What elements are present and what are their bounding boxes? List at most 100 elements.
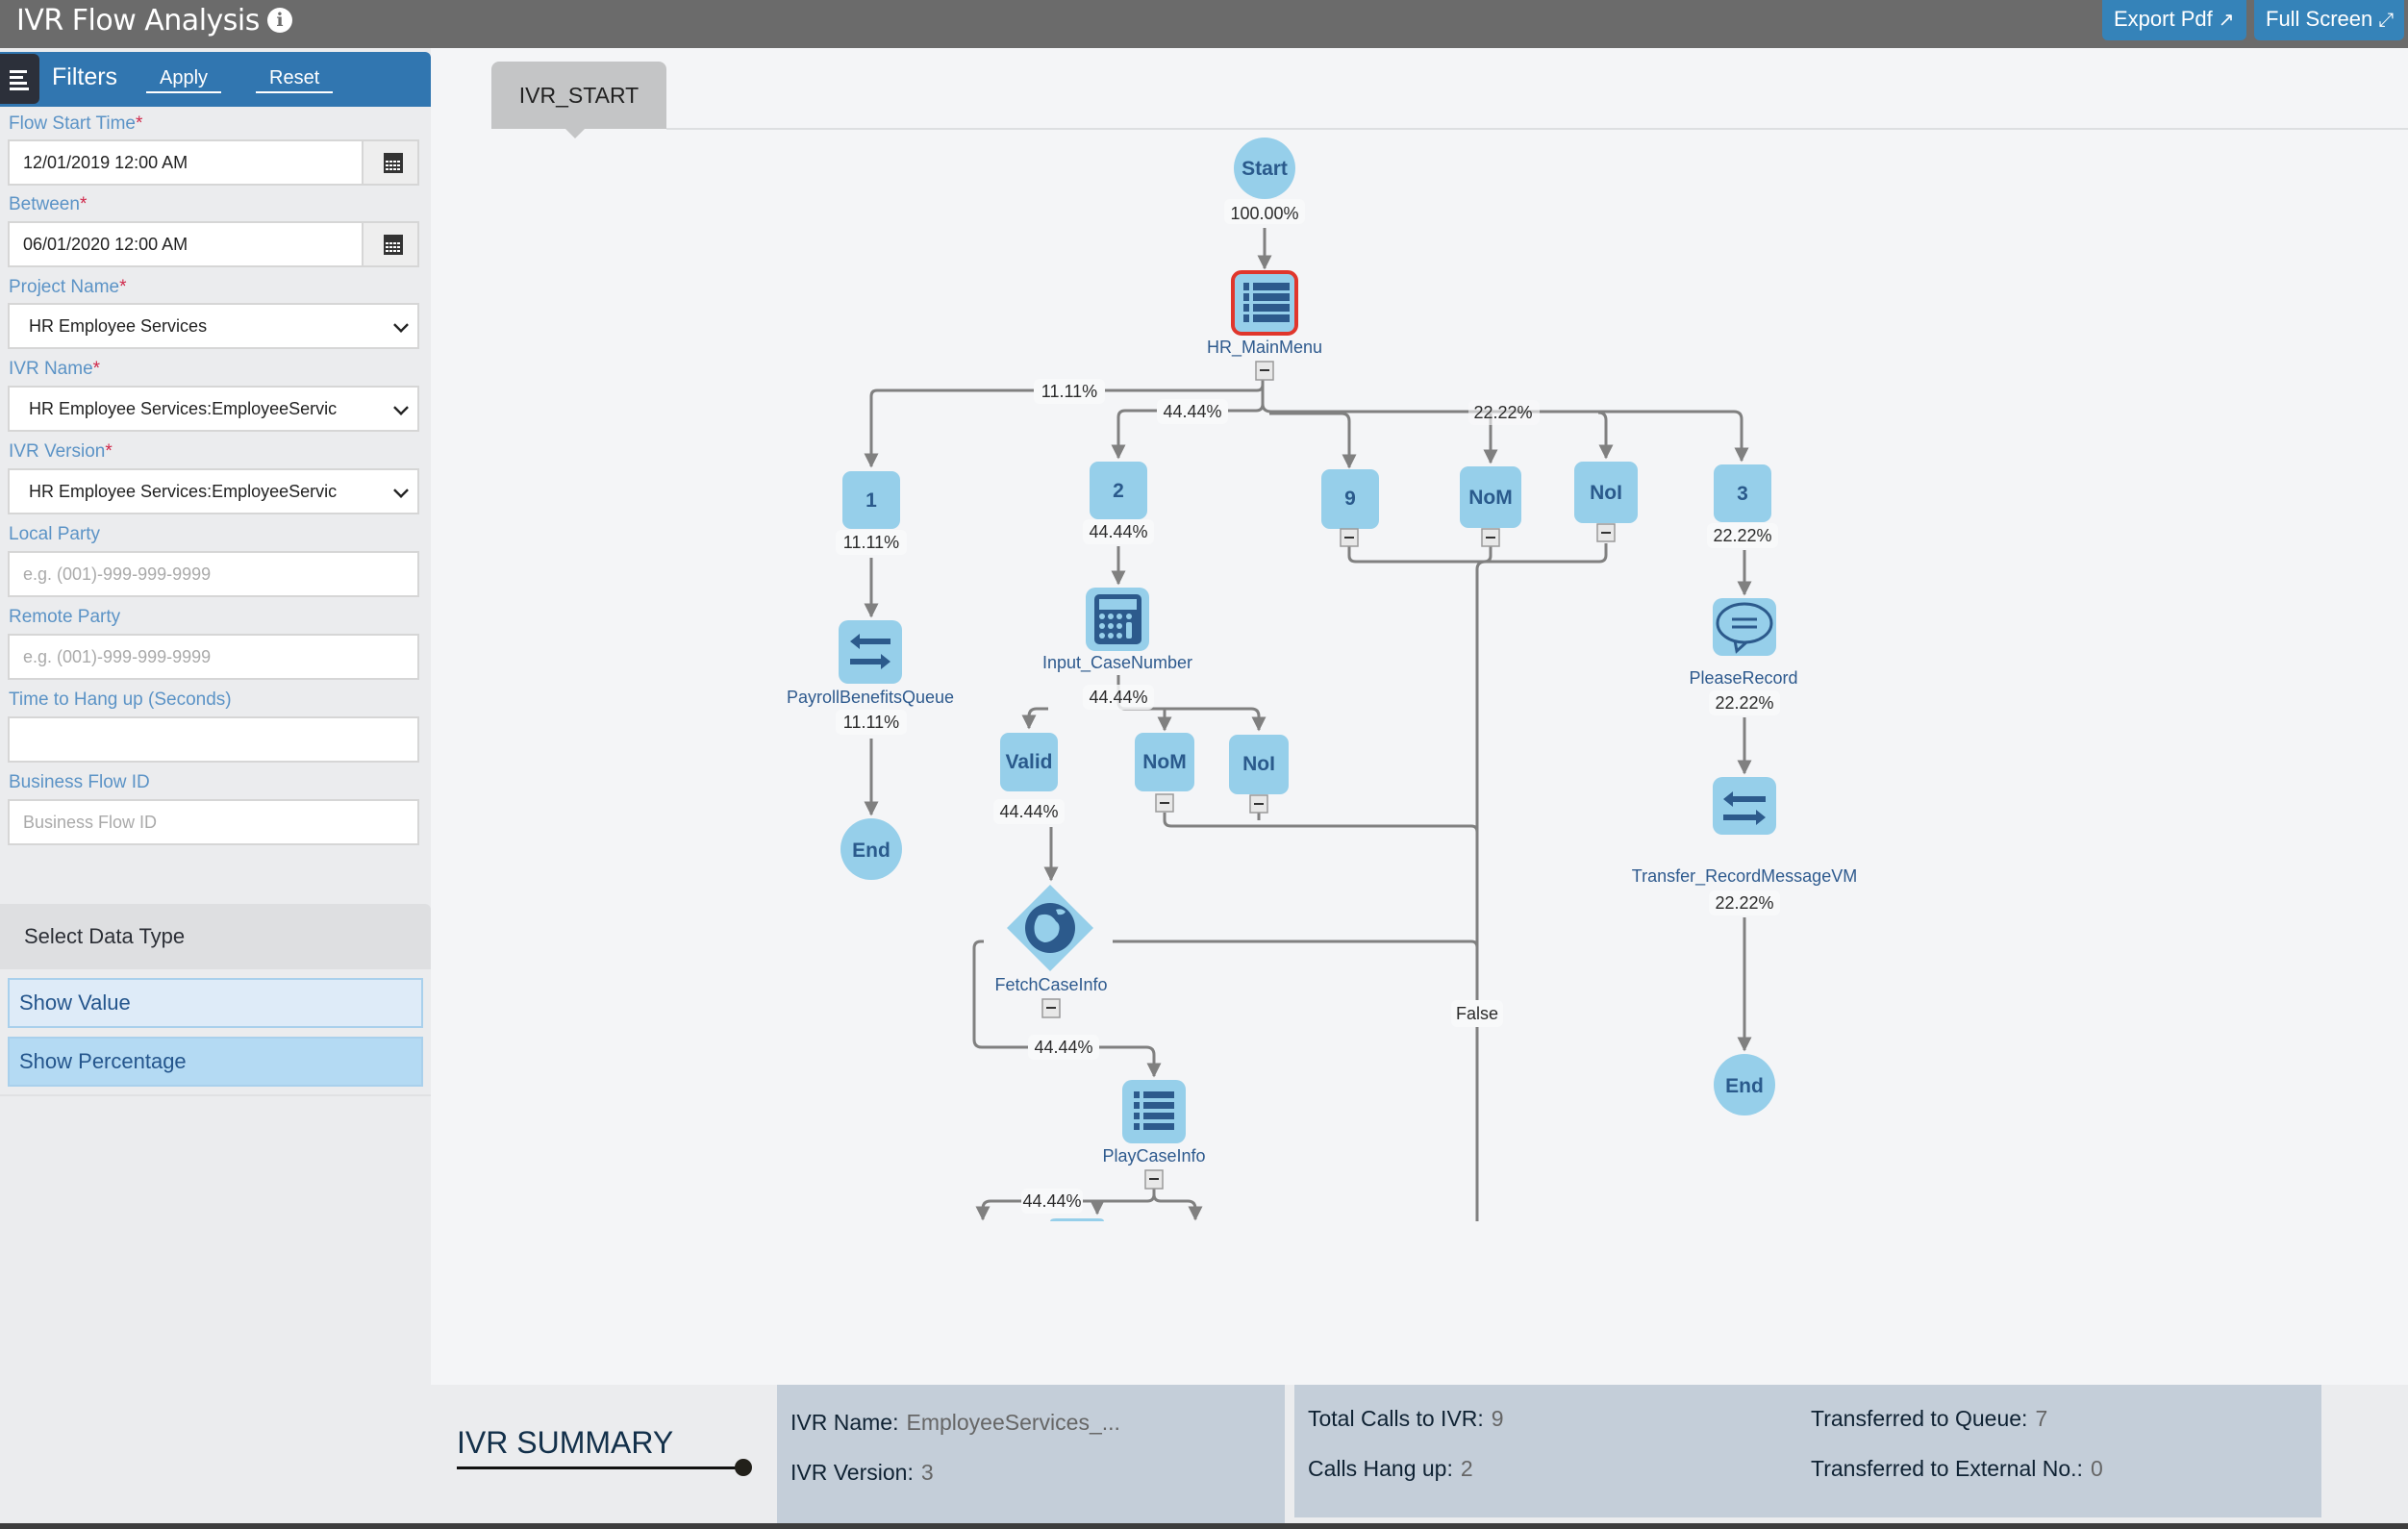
edge-play-branch-right xyxy=(1152,1193,1203,1221)
pct-payroll: 11.11% xyxy=(836,710,907,735)
svg-text:1: 1 xyxy=(865,489,877,512)
node-fetch-case-info[interactable]: FetchCaseInfo xyxy=(994,885,1108,994)
edge-label-menu-to-2: 44.44% xyxy=(1157,399,1228,424)
collapse-toggle-option-9[interactable] xyxy=(1340,528,1359,547)
pct-start: 100.00% xyxy=(1224,199,1305,224)
svg-text:False: False xyxy=(1456,1004,1498,1023)
flow-edges xyxy=(864,228,1752,1221)
pct-please-record: 22.22% xyxy=(1709,690,1780,715)
node-start[interactable]: Start xyxy=(1234,138,1295,199)
calculator-icon xyxy=(1094,594,1141,644)
summary-transferred-external: Transferred to External No.: 0 xyxy=(1811,1456,2103,1481)
node-payroll-benefits-queue[interactable]: PayrollBenefitsQueue xyxy=(787,620,954,707)
globe-icon xyxy=(1025,903,1075,953)
node-option-9[interactable]: 9 xyxy=(1321,469,1379,529)
svg-text:44.44%: 44.44% xyxy=(1163,402,1221,421)
ivr-summary-title: IVR SUMMARY xyxy=(457,1425,674,1460)
svg-text:End: End xyxy=(1725,1075,1764,1097)
node-nom-mid[interactable]: NoM xyxy=(1135,733,1194,791)
svg-text:44.44%: 44.44% xyxy=(1022,1191,1081,1211)
node-play-case-info[interactable]: PlayCaseInfo xyxy=(1102,1080,1206,1166)
node-option-1[interactable]: 1 xyxy=(842,471,900,529)
summary-calls-hang-up: Calls Hang up: 2 xyxy=(1308,1456,1473,1481)
svg-text:22.22%: 22.22% xyxy=(1713,526,1771,545)
edge-9-nom-merge xyxy=(1347,546,1492,564)
svg-text:44.44%: 44.44% xyxy=(999,802,1058,821)
svg-text:FetchCaseInfo: FetchCaseInfo xyxy=(994,975,1107,994)
collapse-toggle-noi-mid[interactable] xyxy=(1249,794,1268,814)
svg-text:PayrollBenefitsQueue: PayrollBenefitsQueue xyxy=(787,688,954,707)
edge-fetch-false xyxy=(1113,940,1479,948)
summary-total-calls: Total Calls to IVR: 9 xyxy=(1308,1406,1504,1431)
svg-text:NoM: NoM xyxy=(1468,487,1513,509)
node-end-left[interactable]: End xyxy=(840,818,902,880)
collapse-toggle-main-menu[interactable] xyxy=(1255,361,1274,381)
edge-menu-to-9 xyxy=(1269,412,1357,469)
node-option-noi[interactable]: NoI xyxy=(1574,462,1638,523)
edge-input-to-valid xyxy=(1021,707,1048,730)
node-transfer-record-message-vm[interactable]: Transfer_RecordMessageVM xyxy=(1632,777,1857,887)
svg-text:3: 3 xyxy=(1737,483,1748,505)
svg-text:PlayCaseInfo: PlayCaseInfo xyxy=(1102,1146,1205,1166)
svg-text:44.44%: 44.44% xyxy=(1034,1038,1092,1057)
start-node-text: Start xyxy=(1242,158,1288,180)
svg-text:End: End xyxy=(852,840,890,862)
edge-label-menu-to-1: 11.11% xyxy=(1034,379,1105,404)
bottom-strip xyxy=(0,1523,2408,1529)
summary-ivr-name: IVR Name: EmployeeServices_... xyxy=(790,1410,1120,1435)
summary-title-dot xyxy=(735,1459,752,1476)
pct-input-case: 44.44% xyxy=(1083,685,1154,710)
summary-card-call-stats: Total Calls to IVR: 9 Calls Hang up: 2 Tra… xyxy=(1294,1385,2321,1517)
collapse-toggle-option-noi[interactable] xyxy=(1596,523,1616,542)
collapse-toggle-play[interactable] xyxy=(1144,1169,1164,1190)
svg-text:Transfer_RecordMessageVM: Transfer_RecordMessageVM xyxy=(1632,866,1857,887)
svg-text:NoI: NoI xyxy=(1590,482,1622,504)
svg-text:11.11%: 11.11% xyxy=(1041,382,1097,401)
node-noi-mid[interactable]: NoI xyxy=(1229,735,1289,794)
summary-left-spacer xyxy=(0,1385,431,1523)
node-valid[interactable]: Valid xyxy=(1000,733,1058,791)
svg-text:22.22%: 22.22% xyxy=(1715,893,1773,913)
pct-valid: 44.44% xyxy=(993,799,1065,824)
svg-text:22.22%: 22.22% xyxy=(1715,693,1773,713)
svg-text:9: 9 xyxy=(1344,488,1356,510)
node-option-3[interactable]: 3 xyxy=(1714,464,1771,522)
pct-option-3: 22.22% xyxy=(1707,523,1778,548)
svg-text:Valid: Valid xyxy=(1005,751,1052,773)
node-option-nom[interactable]: NoM xyxy=(1460,466,1521,528)
node-please-record[interactable]: PleaseRecord xyxy=(1689,598,1798,688)
node-input-case-number[interactable]: Input_CaseNumber xyxy=(1042,588,1192,673)
edge-nom-noi-mid-merge xyxy=(1163,813,1479,833)
svg-text:11.11%: 11.11% xyxy=(843,713,899,732)
edge-label-false: False xyxy=(1451,1000,1503,1027)
node-end-right[interactable]: End xyxy=(1714,1054,1775,1115)
svg-text:22.22%: 22.22% xyxy=(1473,403,1532,422)
summary-title-underline xyxy=(457,1466,740,1469)
node-option-2[interactable]: 2 xyxy=(1090,462,1147,519)
edge-label-fetch-to-play: 44.44% xyxy=(1028,1035,1099,1060)
svg-text:44.44%: 44.44% xyxy=(1089,688,1147,707)
svg-text:11.11%: 11.11% xyxy=(843,533,899,552)
collapse-toggle-option-nom[interactable] xyxy=(1481,528,1500,547)
partial-node-below xyxy=(1050,1218,1104,1221)
pct-transfer-vm: 22.22% xyxy=(1709,890,1780,915)
collapse-toggle-fetch[interactable] xyxy=(1041,998,1061,1018)
node-hr-main-menu[interactable]: HR_MainMenu xyxy=(1207,270,1322,358)
edge-label-play-branch: 44.44% xyxy=(1021,1189,1083,1214)
hr-main-menu-label: HR_MainMenu xyxy=(1207,338,1322,358)
start-pct: 100.00% xyxy=(1230,204,1298,223)
summary-ivr-version: IVR Version: 3 xyxy=(790,1460,934,1485)
flow-diagram: Start 100.00% HR_MainMenu 11.11% 44.44% … xyxy=(787,138,1857,1221)
svg-text:Input_CaseNumber: Input_CaseNumber xyxy=(1042,653,1192,673)
edge-noi-merge-down xyxy=(1475,543,1608,1221)
collapse-toggle-nom-mid[interactable] xyxy=(1155,793,1174,813)
svg-text:NoM: NoM xyxy=(1142,751,1187,773)
svg-text:2: 2 xyxy=(1113,480,1124,502)
ivr-flow-analysis-app: IVR Flow Analysis i Export Pdf ↗ Full Scr… xyxy=(0,0,2408,1529)
summary-transferred-queue: Transferred to Queue: 7 xyxy=(1811,1406,2048,1431)
edge-label-menu-to-3: 22.22% xyxy=(1468,400,1540,425)
edge-menu-to-noi xyxy=(1597,411,1614,460)
svg-text:PleaseRecord: PleaseRecord xyxy=(1689,668,1797,688)
svg-text:44.44%: 44.44% xyxy=(1089,522,1147,541)
summary-card-ivr-info: IVR Name: EmployeeServices_... IVR Versio… xyxy=(777,1385,1285,1523)
